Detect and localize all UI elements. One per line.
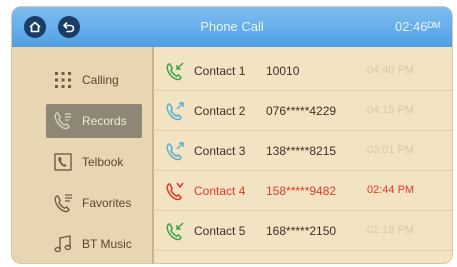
call-time: 02:18 PM [367, 224, 415, 236]
contact-number: 158*****9482 [266, 184, 337, 198]
contact-name: Contact 4 [194, 184, 246, 198]
outgoing-call-icon [166, 102, 184, 121]
sidebar-item-bt-music[interactable]: BT Music [46, 227, 142, 261]
music-note-icon [54, 235, 72, 253]
call-records-list: Contact 1 10010 04:40 PM Contact 2 076**… [154, 47, 452, 263]
contact-name: Contact 2 [194, 104, 246, 118]
record-row[interactable]: Contact 4 158*****9482 02:44 PM [154, 171, 452, 211]
sidebar-item-label: BT Music [82, 237, 132, 251]
outgoing-call-icon [166, 142, 184, 161]
call-time: 03:01 PM [367, 144, 415, 156]
sidebar-item-favorites[interactable]: Favorites [46, 186, 142, 220]
contact-number: 076*****4229 [266, 104, 337, 118]
sidebar-item-label: Telbook [82, 155, 124, 169]
contact-number: 10010 [266, 64, 300, 78]
contact-name: Contact 5 [194, 224, 246, 238]
missed-call-icon [166, 182, 184, 201]
sidebar-item-records[interactable]: Records [46, 104, 142, 138]
favorites-icon [54, 194, 72, 213]
sidebar-item-calling[interactable]: Calling [46, 63, 142, 97]
incoming-call-icon [166, 62, 184, 81]
call-time: 04:40 PM [367, 64, 415, 76]
contact-number: 168*****2150 [266, 224, 337, 238]
record-row[interactable]: Contact 2 076*****4229 04:15 PM [154, 91, 452, 131]
clock: 02:46ᴰᴹ [394, 19, 440, 34]
contact-number: 138*****8215 [266, 144, 337, 158]
sidebar-item-telbook[interactable]: Telbook [46, 145, 142, 179]
sidebar-item-label: Records [82, 114, 127, 128]
call-time: 04:15 PM [367, 104, 415, 116]
keypad-icon [55, 72, 71, 88]
sidebar-item-label: Favorites [82, 196, 132, 210]
record-row[interactable]: Contact 5 168*****2150 02:18 PM [154, 211, 452, 251]
contact-name: Contact 3 [194, 144, 246, 158]
contact-name: Contact 1 [194, 64, 246, 78]
sidebar-item-label: Calling [82, 73, 119, 87]
sidebar: Calling Records Telbook Favorites BT Mus… [12, 47, 152, 263]
screen-title: Phone Call [200, 19, 264, 34]
phonebook-icon [54, 153, 72, 171]
phone-call-screen: Phone Call 02:46ᴰᴹ Calling Records Telbo… [11, 6, 453, 264]
record-row[interactable]: Contact 3 138*****8215 03:01 PM [154, 131, 452, 171]
call-time: 02:44 PM [367, 184, 415, 196]
record-row[interactable]: Contact 1 10010 04:40 PM [154, 51, 452, 91]
call-records-icon [54, 112, 71, 130]
incoming-call-icon [166, 222, 184, 241]
title-bar: Phone Call 02:46ᴰᴹ [12, 7, 452, 47]
